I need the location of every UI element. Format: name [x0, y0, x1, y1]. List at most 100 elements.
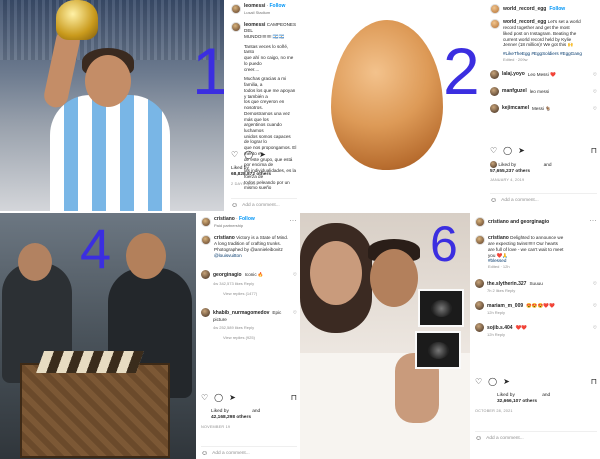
add-comment-bar[interactable]: ☺ Add a comment...	[490, 193, 597, 206]
avatar[interactable]	[475, 235, 485, 245]
share-icon[interactable]: ➤	[259, 150, 266, 160]
heart-icon[interactable]: ♡	[490, 146, 497, 156]
more-options-icon[interactable]: ···	[590, 218, 598, 226]
heart-icon[interactable]: ♡	[593, 72, 597, 78]
likes-value[interactable]: 57,655,237 others	[490, 169, 530, 174]
heart-icon[interactable]: ♡	[293, 310, 297, 316]
avatar[interactable]	[475, 217, 485, 227]
bookmark-icon[interactable]: ⊓	[591, 377, 597, 387]
comment-meta[interactable]: 4w 342,573 likes Reply	[213, 281, 297, 286]
add-comment-bar[interactable]: ☺ Add a comment...	[201, 446, 297, 459]
heart-icon[interactable]: ♡	[593, 281, 597, 287]
share-icon[interactable]: ➤	[503, 377, 510, 387]
comment-username[interactable]: mariam_m_009	[487, 303, 523, 309]
avatar[interactable]	[231, 22, 241, 32]
comment-icon[interactable]: ◯	[214, 393, 223, 403]
comment-username[interactable]: sojib.s.404	[487, 325, 513, 331]
emoji-icon[interactable]: ☺	[475, 435, 482, 444]
caption-line[interactable]: @louisvuitton	[214, 253, 288, 259]
comment-icon[interactable]: ◯	[503, 146, 512, 156]
add-comment-input[interactable]: Add a comment...	[242, 203, 280, 209]
avatar[interactable]	[475, 301, 484, 311]
comment-username[interactable]: georginagio	[213, 272, 242, 278]
post-photo-2[interactable]: 2	[303, 0, 483, 211]
post-photo-4[interactable]: 4	[0, 213, 196, 459]
avatar[interactable]	[475, 279, 484, 289]
add-comment-bar[interactable]: ☺ Add a comment...	[231, 198, 297, 211]
comment-username[interactable]: khabib_nurmagomedov	[213, 310, 269, 316]
woman-face	[310, 241, 362, 305]
avatar[interactable]	[490, 19, 500, 29]
username[interactable]: world_record_egg	[503, 6, 546, 12]
comment-username[interactable]: lalaj.yoyo	[502, 71, 525, 77]
likes-count[interactable]: Liked by and 42,168,298 others	[201, 409, 297, 421]
avatar[interactable]	[490, 86, 499, 96]
bookmark-icon[interactable]: ⊓	[591, 146, 597, 156]
view-replies-link[interactable]: View replies (925)	[223, 335, 297, 340]
avatar[interactable]	[201, 270, 210, 280]
heart-icon[interactable]: ♡	[201, 393, 208, 403]
likes-value[interactable]: 32,666,107 others	[497, 399, 537, 404]
likes-value[interactable]: 42,168,298 others	[211, 415, 251, 420]
comment-username[interactable]: the.slytherin.327	[487, 281, 526, 287]
caption-username[interactable]: cristiano	[214, 235, 235, 241]
comment-meta[interactable]: 12h Reply	[487, 310, 597, 315]
comment-username[interactable]: manfguzel	[502, 88, 527, 94]
paid-partnership[interactable]: Paid partnership	[214, 223, 255, 228]
likes-count[interactable]: Liked by and 57,655,237 others	[490, 161, 597, 175]
heart-icon[interactable]: ♡	[231, 150, 238, 160]
likes-value[interactable]: 68,828,872 others	[231, 172, 271, 177]
heart-icon[interactable]: ♡	[593, 89, 597, 95]
username[interactable]: cristiano	[214, 216, 235, 222]
heart-icon[interactable]: ♡	[475, 377, 482, 387]
comment-meta[interactable]: 7h 2 likes Reply	[487, 288, 597, 293]
heart-icon[interactable]: ♡	[593, 106, 597, 112]
follow-button[interactable]: Follow	[549, 6, 565, 12]
avatar[interactable]	[490, 69, 499, 79]
likes-count[interactable]: Liked by and 32,666,107 others	[475, 393, 597, 405]
follow-button[interactable]: Follow	[270, 3, 286, 9]
avatar[interactable]	[201, 235, 211, 245]
username[interactable]: leomessi	[244, 3, 265, 9]
follow-button[interactable]: Follow	[239, 216, 255, 222]
add-comment-bar[interactable]: ☺ Add a comment...	[475, 431, 597, 444]
caption-username[interactable]: leomessi	[244, 22, 265, 28]
caption-line: unidos somos capaces de lograr lo	[244, 133, 291, 145]
comment-meta[interactable]: 12h Reply	[487, 332, 597, 337]
username[interactable]: cristiano and georginagio	[488, 219, 549, 225]
add-comment-input[interactable]: Add a comment...	[501, 198, 539, 204]
comment-meta[interactable]: 4w 252,589 likes Reply	[213, 325, 297, 330]
heart-icon[interactable]: ♡	[593, 325, 597, 331]
emoji-icon[interactable]: ☺	[490, 197, 497, 206]
comment-row: manfguzel leo messi ♡	[490, 86, 597, 96]
heart-icon[interactable]: ♡	[593, 303, 597, 309]
more-options-icon[interactable]: ···	[290, 218, 298, 226]
share-icon[interactable]: ➤	[229, 393, 236, 403]
comment-text: leo messi	[529, 88, 550, 94]
emoji-icon[interactable]: ☺	[231, 202, 238, 211]
add-comment-input[interactable]: Add a comment...	[486, 436, 524, 442]
comment-icon[interactable]: ◯	[488, 377, 497, 387]
comment-icon[interactable]: ◯	[244, 150, 253, 160]
post-photo-1[interactable]: 1	[0, 0, 224, 211]
likes-count[interactable]: Liked by 68,828,872 others	[231, 166, 297, 178]
location[interactable]: Lusail Stadium	[244, 10, 285, 15]
comment-username[interactable]: kejimcamel	[502, 105, 529, 111]
liked-by-label: Liked by	[231, 166, 249, 171]
heart-icon[interactable]: ♡	[293, 272, 297, 278]
avatar[interactable]	[490, 4, 500, 14]
avatar[interactable]	[201, 308, 210, 318]
emoji-icon[interactable]: ☺	[201, 450, 208, 459]
bookmark-icon[interactable]: ⊓	[291, 393, 297, 403]
caption-username[interactable]: cristiano	[488, 235, 509, 241]
comment-text: Messi 🐐	[531, 105, 551, 111]
share-icon[interactable]: ➤	[518, 146, 525, 156]
caption-username[interactable]: world_record_egg	[503, 19, 546, 25]
view-replies-link[interactable]: View replies (1477)	[223, 291, 297, 296]
avatar[interactable]	[490, 103, 499, 113]
avatar[interactable]	[201, 217, 211, 227]
avatar[interactable]	[475, 323, 484, 333]
post-photo-6[interactable]: 6	[300, 213, 470, 459]
avatar[interactable]	[231, 4, 241, 14]
add-comment-input[interactable]: Add a comment...	[212, 451, 250, 457]
